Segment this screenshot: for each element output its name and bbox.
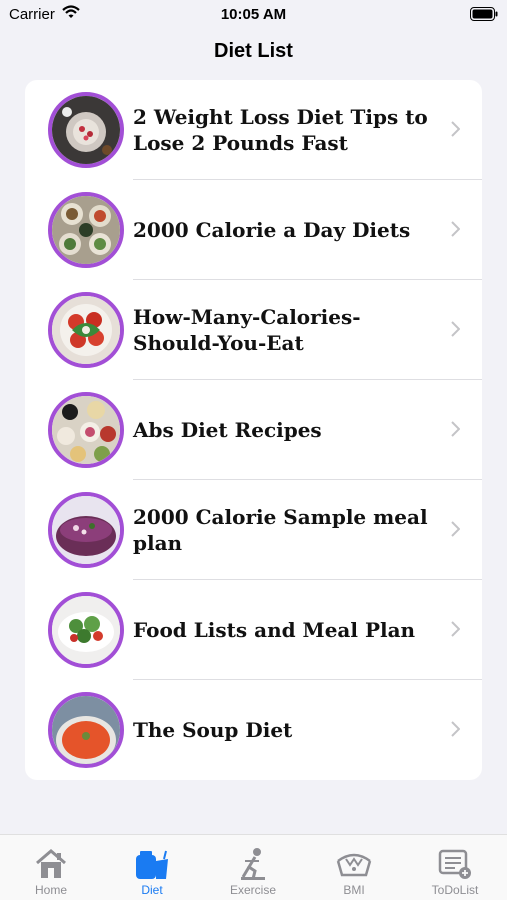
- list-item[interactable]: Abs Diet Recipes: [25, 380, 482, 480]
- list-item[interactable]: Food Lists and Meal Plan: [25, 580, 482, 680]
- diet-title: Abs Diet Recipes: [133, 418, 322, 442]
- tab-todolist[interactable]: ToDoList: [405, 847, 505, 897]
- home-icon: [1, 847, 101, 881]
- diet-title: 2000 Calorie a Day Diets: [133, 218, 411, 242]
- diet-title: 2000 Calorie Sample meal plan: [133, 505, 428, 555]
- page-title: Diet List: [214, 40, 293, 62]
- chevron-right-icon: [451, 721, 461, 742]
- diet-thumbnail: [48, 492, 124, 568]
- tab-home[interactable]: Home: [1, 847, 101, 897]
- chevron-right-icon: [451, 121, 461, 142]
- diet-thumbnail: [48, 292, 124, 368]
- status-bar: Carrier 10:05 AM: [0, 0, 507, 30]
- tab-bmi[interactable]: BMI: [304, 847, 404, 897]
- list-item[interactable]: 2000 Calorie Sample meal plan: [25, 480, 482, 580]
- diet-thumbnail: [48, 692, 124, 768]
- chevron-right-icon: [451, 621, 461, 642]
- todolist-icon: [405, 847, 505, 881]
- tab-label: Exercise: [229, 883, 276, 897]
- tab-label: ToDoList: [431, 883, 479, 897]
- list-item[interactable]: 2000 Calorie a Day Diets: [25, 180, 482, 280]
- diet-thumbnail: [48, 392, 124, 468]
- tab-exercise[interactable]: Exercise: [203, 847, 303, 897]
- diet-title: 2 Weight Loss Diet Tips to Lose 2 Pounds…: [133, 105, 428, 155]
- exercise-icon: [203, 847, 303, 881]
- status-time: 10:05 AM: [220, 6, 287, 23]
- chevron-right-icon: [451, 421, 461, 442]
- tab-label: Home: [34, 883, 67, 897]
- list-item[interactable]: The Soup Diet: [25, 680, 482, 780]
- battery-icon: [470, 7, 498, 25]
- diet-thumbnail: [48, 92, 124, 168]
- tab-label: BMI: [343, 883, 365, 897]
- bmi-icon: [304, 847, 404, 881]
- diet-title: Food Lists and Meal Plan: [133, 618, 416, 642]
- tab-diet[interactable]: Diet: [102, 847, 202, 897]
- chevron-right-icon: [451, 521, 461, 542]
- chevron-right-icon: [451, 321, 461, 342]
- chevron-right-icon: [451, 221, 461, 242]
- list-item[interactable]: 2 Weight Loss Diet Tips to Lose 2 Pounds…: [25, 80, 482, 180]
- tab-bar: Home Diet Exercise BMI ToDoList: [0, 834, 507, 900]
- list-item[interactable]: How-Many-Calories-Should-You-Eat: [25, 280, 482, 380]
- diet-list: 2 Weight Loss Diet Tips to Lose 2 Pounds…: [25, 80, 482, 780]
- diet-title: How-Many-Calories-Should-You-Eat: [133, 305, 361, 355]
- diet-title: The Soup Diet: [133, 718, 293, 742]
- diet-thumbnail: [48, 592, 124, 668]
- diet-icon: [102, 847, 202, 881]
- tab-label: Diet: [141, 883, 163, 897]
- diet-thumbnail: [48, 192, 124, 268]
